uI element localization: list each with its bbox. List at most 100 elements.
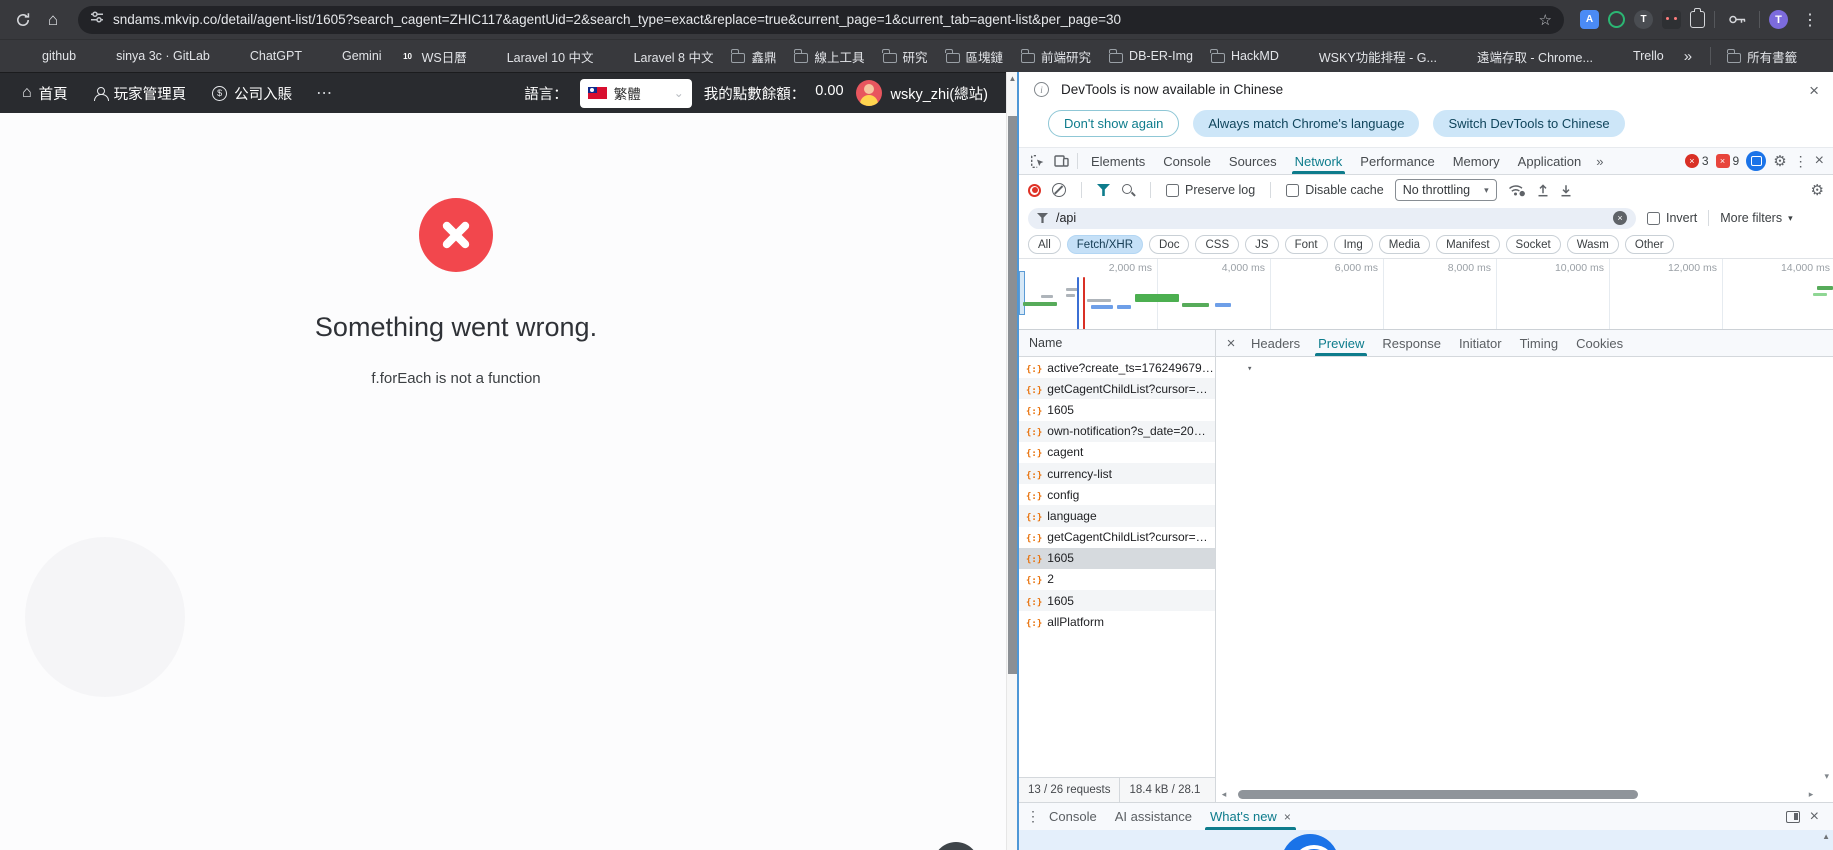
request-row[interactable]: 1605 [1019,548,1215,569]
nav-home[interactable]: 首頁 [12,73,78,113]
bookmark-item[interactable]: Laravel 10 中文 [477,44,602,68]
browser-menu-icon[interactable] [1797,7,1823,33]
timeline-handle[interactable] [1019,271,1025,315]
network-settings-gear-icon[interactable] [1811,181,1824,199]
tampermonkey-extension-icon[interactable] [1662,10,1681,29]
detail-tab[interactable]: Initiator [1450,330,1511,356]
drawer-item[interactable]: Console [1040,803,1106,830]
invert-checkbox[interactable]: Invert [1647,211,1697,225]
dark-circle-extension-icon[interactable]: T [1634,10,1653,29]
preview-line[interactable]: ▾ 50.8 [1216,442,1833,458]
bookmark-item[interactable]: 研究 [875,44,936,68]
green-ring-extension-icon[interactable] [1608,11,1625,28]
detail-tab[interactable]: Preview [1309,330,1373,356]
banner-close-icon[interactable] [1809,81,1819,101]
preview-line[interactable]: ▾ 20.8 [1216,394,1833,410]
site-info-icon[interactable] [90,10,104,29]
close-tab-icon[interactable] [1284,810,1291,824]
devtools-tab[interactable]: Elements [1082,148,1154,174]
bookmark-item[interactable]: HackMD [1203,44,1287,68]
devtools-feedback-icon[interactable] [1746,151,1766,171]
preview-line[interactable]: ▾ 10.8 [1216,377,1833,393]
bookmark-item[interactable]: Laravel 8 中文 [604,44,722,68]
filter-chip[interactable]: Img [1334,235,1373,254]
all-bookmarks-button[interactable]: 所有書籤 [1719,44,1805,68]
url-text[interactable]: sndams.mkvip.co/detail/agent-list/1605?s… [113,12,1530,27]
clear-filter-icon[interactable] [1613,211,1627,225]
preview-line[interactable]: ▾ 30.8 [1216,410,1833,426]
preview-line[interactable]: ▾390.8 [1216,671,1833,687]
preview-line[interactable]: ▾360.8 [1216,622,1833,638]
bookmark-item[interactable]: WSKY功能排程 - G... [1289,44,1445,68]
scroll-left-icon[interactable]: ◂ [1218,789,1230,800]
settings-gear-icon[interactable] [1773,152,1786,170]
device-toolbar-icon[interactable] [1049,150,1073,172]
nav-player-management[interactable]: 玩家管理頁 [84,73,197,113]
request-row[interactable]: config [1019,484,1215,505]
preview-line[interactable]: ▾220.8 [1216,557,1833,573]
checkbox-icon[interactable] [1166,184,1179,197]
preview-line[interactable]: ▾340.8 [1216,589,1833,605]
bookmark-item[interactable]: 線上工具 [786,44,872,68]
scroll-up-icon[interactable] [1822,832,1830,841]
drawer-item[interactable]: AI assistance [1106,803,1201,830]
filter-value[interactable]: /api [1056,211,1605,225]
inspect-element-icon[interactable] [1025,150,1049,172]
filter-chip[interactable]: CSS [1195,235,1239,254]
request-row[interactable]: getCagentChildList?cursor=… [1019,527,1215,548]
scroll-up-icon[interactable] [1008,74,1017,83]
preview-line[interactable]: ▾cagent_game_rebate{1: 0.8, 2: 0.8, 3: 0… [1216,361,1833,377]
export-har-icon[interactable] [1560,184,1572,197]
request-row[interactable]: own-notification?s_date=20… [1019,421,1215,442]
disable-cache-checkbox[interactable]: Disable cache [1286,183,1384,197]
bookmark-item[interactable]: sinya 3c · GitLab [86,44,218,68]
bookmark-item[interactable]: 鑫鼎 [723,44,784,68]
import-har-icon[interactable] [1537,184,1549,197]
devtools-tab[interactable]: Network [1286,148,1352,174]
devtools-tab[interactable]: Performance [1351,148,1443,174]
expand-arrow-icon[interactable]: ▾ [1247,361,1252,377]
request-row[interactable]: 1605 [1019,399,1215,420]
bookmark-item[interactable]: 區塊鏈 [938,44,1012,68]
clear-network-log-icon[interactable] [1052,183,1066,197]
filter-chip[interactable]: Fetch/XHR [1067,235,1143,254]
preview-line[interactable]: ▾cagent_game_rebate_uid340 [1216,752,1833,768]
bookmark-item[interactable]: Trello [1603,44,1672,68]
reload-icon[interactable] [10,7,36,33]
close-detail-icon[interactable] [1220,335,1242,352]
network-conditions-icon[interactable] [1508,184,1526,197]
more-tabs-icon[interactable] [1590,154,1609,169]
detail-tab[interactable]: Response [1373,330,1450,356]
preview-line[interactable]: ▾410.8 [1216,703,1833,719]
bookmark-item[interactable]: github [12,44,84,68]
bookmark-item[interactable]: DB-ER-Img [1101,44,1201,68]
preview-line[interactable]: ▾190.8 [1216,524,1833,540]
bookmark-star-icon[interactable] [1539,11,1552,29]
user-menu[interactable]: wsky_zhi(總站) [856,80,994,106]
checkbox-icon[interactable] [1286,184,1299,197]
scrollbar-track[interactable] [1230,787,1805,801]
preserve-log-checkbox[interactable]: Preserve log [1166,183,1255,197]
preview-line[interactable]: ▾550.8 [1216,720,1833,736]
banner-button[interactable]: Don't show again [1048,110,1179,137]
request-row[interactable]: cagent [1019,442,1215,463]
nav-more-icon[interactable] [308,83,341,103]
preview-line[interactable]: ▾cagent_game_rebate_name"ZHIC117_2025110… [1216,736,1833,752]
preview-line[interactable]: ▾180.8 [1216,508,1833,524]
filter-chip[interactable]: Wasm [1567,235,1619,254]
bookmarks-overflow-icon[interactable] [1674,48,1702,65]
language-select[interactable]: 繁體 [580,79,692,108]
throttling-select[interactable]: No throttling [1395,179,1497,201]
filter-chip[interactable]: Media [1379,235,1430,254]
network-overview-timeline[interactable]: 2,000 ms4,000 ms6,000 ms8,000 ms10,000 m… [1019,259,1833,330]
home-icon[interactable] [40,7,66,33]
preview-line[interactable]: ▾350.8 [1216,605,1833,621]
page-scrollbar[interactable] [1006,72,1017,850]
devtools-menu-icon[interactable] [1794,153,1808,170]
filter-icon[interactable] [1097,184,1110,196]
drawer-close-icon[interactable] [1810,808,1819,826]
request-row[interactable]: active?create_ts=176249679… [1019,357,1215,378]
preview-line[interactable]: ▾380.8 [1216,654,1833,670]
filter-chip[interactable]: Doc [1149,235,1189,254]
detail-tab[interactable]: Headers [1242,330,1309,356]
